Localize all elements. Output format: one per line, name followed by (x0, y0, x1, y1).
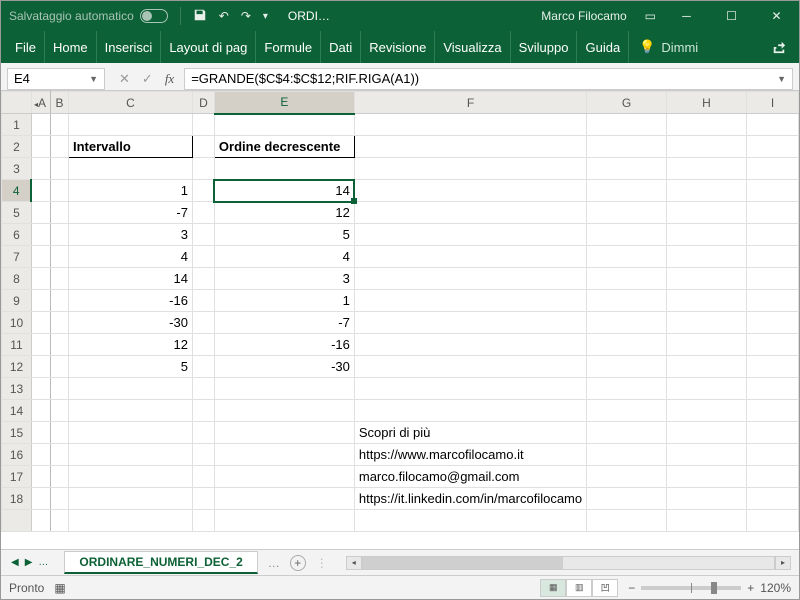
ribbon-options-icon[interactable]: ▭ (637, 9, 664, 23)
tab-revisione[interactable]: Revisione (361, 31, 435, 63)
table-row: 125-30 (2, 356, 799, 378)
undo-icon[interactable]: ↶ (219, 9, 229, 23)
tab-inserisci[interactable]: Inserisci (97, 31, 162, 63)
sheet-tab-active[interactable]: ORDINARE_NUMERI_DEC_2 (64, 551, 257, 574)
formula-bar: E4 ▼ ✕ ✓ fx =GRANDE($C$4:$C$12;RIF.RIGA(… (1, 63, 799, 91)
tab-dati[interactable]: Dati (321, 31, 361, 63)
redo-icon[interactable]: ↷ (241, 9, 251, 23)
autosave-group: Salvataggio automatico (1, 9, 176, 23)
save-icon[interactable] (193, 8, 207, 25)
tab-sviluppo[interactable]: Sviluppo (511, 31, 578, 63)
title-bar: Salvataggio automatico ↶ ↷ ▾ ORDI… Marco… (1, 1, 799, 31)
table-row: 3 (2, 158, 799, 180)
sheet-nav-more-icon[interactable]: … (38, 557, 48, 568)
autosave-label: Salvataggio automatico (9, 9, 134, 23)
formula-text: =GRANDE($C$4:$C$12;RIF.RIGA(A1)) (191, 71, 419, 86)
autosave-toggle[interactable] (140, 9, 168, 23)
document-title: ORDI… (276, 9, 342, 23)
select-all-corner[interactable] (2, 92, 32, 114)
col-header-e[interactable]: E (214, 92, 354, 114)
zoom-out-button[interactable]: − (628, 581, 635, 595)
col-header-i[interactable]: I (746, 92, 798, 114)
col-header-a[interactable]: ◂A (31, 92, 50, 114)
scroll-right-icon[interactable]: ▸ (775, 556, 791, 570)
table-row: 4 1 14 (2, 180, 799, 202)
name-box-dropdown-icon[interactable]: ▼ (89, 74, 98, 84)
table-row: 16https://www.marcofilocamo.it (2, 444, 799, 466)
tab-file[interactable]: File (1, 31, 45, 63)
cancel-formula-icon[interactable]: ✕ (119, 71, 130, 87)
tab-visualizza[interactable]: Visualizza (435, 31, 510, 63)
table-row: 635 (2, 224, 799, 246)
minimize-button[interactable]: ─ (664, 1, 709, 31)
active-cell[interactable]: 14 (214, 180, 354, 202)
table-row: 14 (2, 400, 799, 422)
col-header-h[interactable]: H (667, 92, 747, 114)
table-row: 18https://it.linkedin.com/in/marcofiloca… (2, 488, 799, 510)
user-name[interactable]: Marco Filocamo (531, 9, 636, 23)
formula-input[interactable]: =GRANDE($C$4:$C$12;RIF.RIGA(A1)) ▼ (184, 68, 793, 90)
zoom-in-button[interactable]: + (747, 581, 754, 595)
table-row: 13 (2, 378, 799, 400)
tab-layout[interactable]: Layout di pag (161, 31, 256, 63)
name-box[interactable]: E4 ▼ (7, 68, 105, 90)
col-header-d[interactable]: D (192, 92, 214, 114)
table-row: 2 Intervallo Ordine decrescente (2, 136, 799, 158)
share-button[interactable] (759, 31, 799, 63)
maximize-button[interactable]: ☐ (709, 1, 754, 31)
column-headers: ◂A B C D E F G H I (2, 92, 799, 114)
tell-me-search[interactable]: 💡 Dimmi (629, 31, 708, 63)
quick-access-toolbar: ↶ ↷ ▾ (185, 8, 276, 25)
horizontal-scrollbar[interactable]: ◂ ▸ (338, 556, 799, 570)
sheet-tab-splitter-icon[interactable]: ⋮ (316, 556, 328, 570)
tab-guida[interactable]: Guida (577, 31, 629, 63)
sheet-nav-next-icon[interactable]: ▶ (25, 557, 33, 568)
header-ordine[interactable]: Ordine decrescente (214, 136, 354, 158)
col-header-g[interactable]: G (587, 92, 667, 114)
lightbulb-icon: 💡 (639, 39, 655, 55)
col-header-b[interactable]: B (51, 92, 69, 114)
formula-expand-icon[interactable]: ▼ (777, 74, 786, 84)
zoom-level[interactable]: 120% (760, 581, 791, 595)
name-box-value: E4 (14, 71, 30, 86)
table-row (2, 510, 799, 532)
col-header-f[interactable]: F (354, 92, 586, 114)
header-intervallo[interactable]: Intervallo (69, 136, 193, 158)
status-bar: Pronto ▦ ▦ ▥ 凹 − + 120% (1, 575, 799, 599)
table-row: 17marco.filocamo@gmail.com (2, 466, 799, 488)
tell-me-label: Dimmi (661, 40, 698, 55)
tab-formule[interactable]: Formule (256, 31, 321, 63)
table-row: 1112-16 (2, 334, 799, 356)
view-pagelayout-button[interactable]: ▥ (566, 579, 592, 597)
table-row: 1 (2, 114, 799, 136)
qat-more-icon[interactable]: ▾ (263, 11, 268, 22)
worksheet-area[interactable]: ◂A B C D E F G H I 1 2 Intervallo Ordine… (1, 91, 799, 549)
tab-home[interactable]: Home (45, 31, 97, 63)
sheet-nav-prev-icon[interactable]: ◀ (11, 557, 19, 568)
macro-record-icon[interactable]: ▦ (54, 581, 65, 595)
zoom-slider[interactable] (641, 586, 741, 590)
ribbon-tabs: File Home Inserisci Layout di pag Formul… (1, 31, 799, 63)
view-pagebreak-button[interactable]: 凹 (592, 579, 618, 597)
table-row: 8143 (2, 268, 799, 290)
scroll-left-icon[interactable]: ◂ (346, 556, 362, 570)
table-row: 9-161 (2, 290, 799, 312)
accept-formula-icon[interactable]: ✓ (142, 71, 153, 87)
view-normal-button[interactable]: ▦ (540, 579, 566, 597)
table-row: 10-30-7 (2, 312, 799, 334)
table-row: 744 (2, 246, 799, 268)
col-header-c[interactable]: C (69, 92, 193, 114)
fx-icon[interactable]: fx (165, 71, 174, 87)
sheet-tab-bar: ◀ ▶ … ORDINARE_NUMERI_DEC_2 … + ⋮ ◂ ▸ (1, 549, 799, 575)
status-ready: Pronto (9, 581, 44, 595)
close-button[interactable]: ✕ (754, 1, 799, 31)
table-row: 15Scopri di più (2, 422, 799, 444)
sheet-tabs-overflow-icon[interactable]: … (268, 556, 280, 570)
table-row: 5-712 (2, 202, 799, 224)
add-sheet-button[interactable]: + (290, 555, 306, 571)
